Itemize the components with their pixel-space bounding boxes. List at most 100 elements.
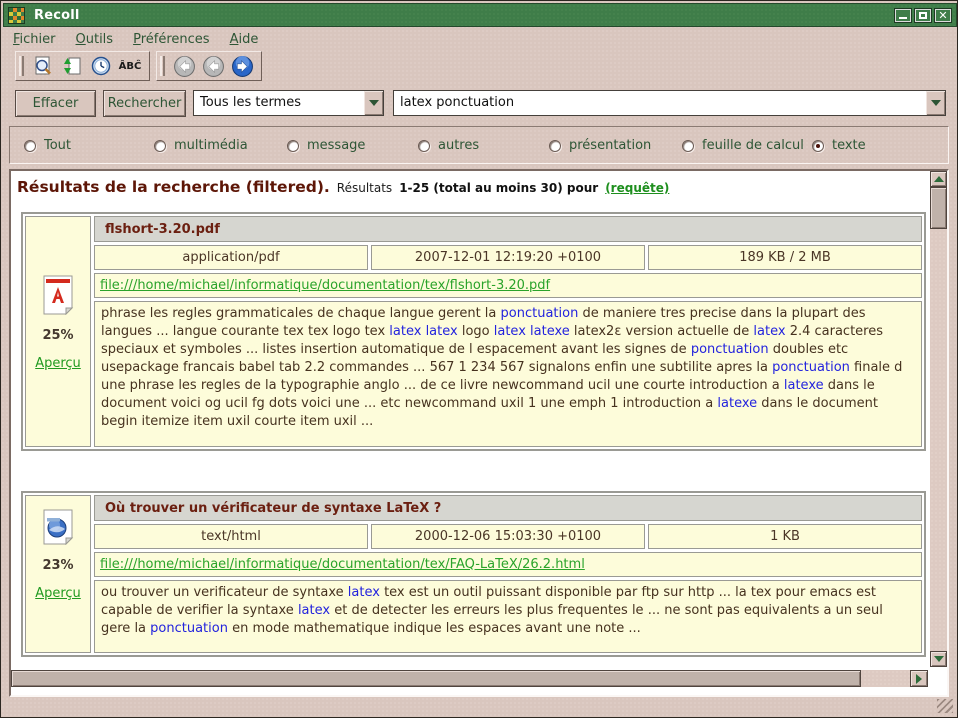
clear-button[interactable]: Effacer [15, 90, 96, 117]
term-explorer-abc-icon: ÂBĈ [119, 61, 142, 72]
menu-preferences[interactable]: Préférences [133, 32, 209, 47]
search-document-icon [32, 55, 54, 77]
search-mode-dropdown-button[interactable] [364, 91, 383, 115]
result-size: 1 KB [648, 524, 922, 549]
menu-fichier[interactable]: Fichier [13, 32, 56, 47]
arrow-left-icon [202, 55, 225, 78]
go-first-page-button[interactable] [171, 54, 197, 78]
chevron-down-icon [369, 100, 379, 106]
radio-icon[interactable] [154, 140, 166, 152]
result-info-row: application/pdf 2007-12-01 12:19:20 +010… [94, 245, 922, 270]
toolbar-group-main: ÂBĈ [15, 51, 150, 81]
recoll-window: Recoll ✕ Fichier Outils Préférences Aide [0, 0, 958, 718]
triangle-up-icon [934, 176, 944, 182]
search-document-button[interactable] [30, 54, 56, 78]
go-previous-page-button[interactable] [200, 54, 226, 78]
query-history-dropdown-button[interactable] [926, 91, 945, 115]
update-index-icon [61, 55, 83, 77]
query-detail-link[interactable]: (requête) [605, 181, 669, 195]
results-title: Résultats de la recherche (filtered). [17, 178, 330, 196]
toolbar-handle[interactable] [19, 56, 24, 76]
relevance-percent: 25% [42, 328, 73, 343]
result-sidebar: 23% Aperçu [25, 495, 91, 653]
results-range: 1-25 (total au moins 30) pour [399, 181, 598, 195]
filter-feuille-de-calcul[interactable]: feuille de calcul [682, 138, 804, 153]
result-url-row: file:///home/michael/informatique/docume… [94, 273, 922, 298]
category-filter-panel: Tout multimédia message autres présentat… [9, 126, 949, 164]
scroll-right-button[interactable] [910, 670, 928, 687]
scroll-down-button[interactable] [930, 651, 947, 667]
result-date: 2000-12-06 15:03:30 +0100 [371, 524, 645, 549]
chevron-down-icon [931, 100, 941, 106]
result-item[interactable]: 23% Aperçu Où trouver un vérificateur de… [21, 491, 926, 657]
relevance-percent: 23% [42, 558, 73, 573]
resize-grip[interactable] [937, 699, 953, 713]
toolbar-group-nav [156, 51, 262, 81]
maximize-button[interactable] [914, 8, 932, 23]
preview-link[interactable]: Aperçu [35, 356, 81, 371]
html-globe-icon [42, 509, 74, 545]
result-item[interactable]: 25% Aperçu flshort-3.20.pdf application/… [21, 212, 926, 451]
result-url-row: file:///home/michael/informatique/docume… [94, 552, 922, 577]
maximize-icon [919, 12, 927, 19]
menubar: Fichier Outils Préférences Aide [5, 29, 258, 49]
titlebar[interactable]: Recoll ✕ [3, 3, 957, 27]
recoll-app-icon [8, 7, 25, 24]
vertical-scrollbar-thumb[interactable] [930, 187, 947, 229]
triangle-down-icon [934, 656, 944, 662]
arrow-left-icon [173, 55, 196, 78]
result-snippet: phrase les regles grammaticales de chaqu… [94, 301, 922, 447]
filter-multimedia[interactable]: multimédia [154, 138, 248, 153]
radio-icon[interactable] [812, 140, 824, 152]
triangle-right-icon [916, 674, 922, 684]
preview-link[interactable]: Aperçu [35, 586, 81, 601]
result-mime: application/pdf [94, 245, 368, 270]
menu-outils[interactable]: Outils [76, 32, 114, 47]
minimize-icon [899, 17, 907, 19]
result-size: 189 KB / 2 MB [648, 245, 922, 270]
scroll-up-button[interactable] [930, 171, 947, 187]
radio-icon[interactable] [287, 140, 299, 152]
filter-presentation[interactable]: présentation [549, 138, 651, 153]
go-next-page-button[interactable] [229, 54, 255, 78]
clock-icon [90, 55, 112, 77]
result-date: 2007-12-01 12:19:20 +0100 [371, 245, 645, 270]
window-title: Recoll [34, 8, 80, 23]
pdf-icon [42, 275, 74, 315]
search-mode-value: Tous les termes [194, 91, 364, 115]
filter-texte[interactable]: texte [812, 138, 866, 153]
result-url-link[interactable]: file:///home/michael/informatique/docume… [100, 557, 585, 572]
horizontal-scrollbar-thumb[interactable] [11, 670, 861, 687]
update-index-button[interactable] [59, 54, 85, 78]
radio-icon[interactable] [549, 140, 561, 152]
filter-tout[interactable]: Tout [24, 138, 71, 153]
query-combobox[interactable]: latex ponctuation [393, 90, 946, 116]
search-button[interactable]: Rechercher [103, 90, 186, 117]
toolbar-handle[interactable] [160, 56, 165, 76]
results-label: Résultats [337, 181, 392, 195]
search-mode-combobox[interactable]: Tous les termes [193, 90, 384, 116]
radio-icon[interactable] [418, 140, 430, 152]
menu-aide[interactable]: Aide [230, 32, 259, 47]
result-info-row: text/html 2000-12-06 15:03:30 +0100 1 KB [94, 524, 922, 549]
result-mime: text/html [94, 524, 368, 549]
term-explorer-button[interactable]: ÂBĈ [117, 54, 143, 78]
filter-autres[interactable]: autres [418, 138, 479, 153]
close-icon: ✕ [935, 9, 951, 22]
radio-icon[interactable] [24, 140, 36, 152]
query-input[interactable]: latex ponctuation [394, 91, 926, 115]
horizontal-scrollbar[interactable] [11, 670, 928, 687]
result-url-link[interactable]: file:///home/michael/informatique/docume… [100, 278, 550, 293]
close-button[interactable]: ✕ [934, 8, 952, 23]
minimize-button[interactable] [894, 8, 912, 23]
vertical-scrollbar[interactable] [930, 171, 947, 667]
radio-icon[interactable] [682, 140, 694, 152]
results-list: Résultats de la recherche (filtered). Ré… [9, 169, 949, 697]
arrow-right-icon [231, 55, 254, 78]
filter-message[interactable]: message [287, 138, 365, 153]
sort-by-date-button[interactable] [88, 54, 114, 78]
result-snippet: ou trouver un verificateur de syntaxe la… [94, 580, 922, 653]
result-title: Où trouver un vérificateur de syntaxe La… [94, 495, 922, 521]
results-header: Résultats de la recherche (filtered). Ré… [17, 178, 669, 196]
result-title: flshort-3.20.pdf [94, 216, 922, 242]
